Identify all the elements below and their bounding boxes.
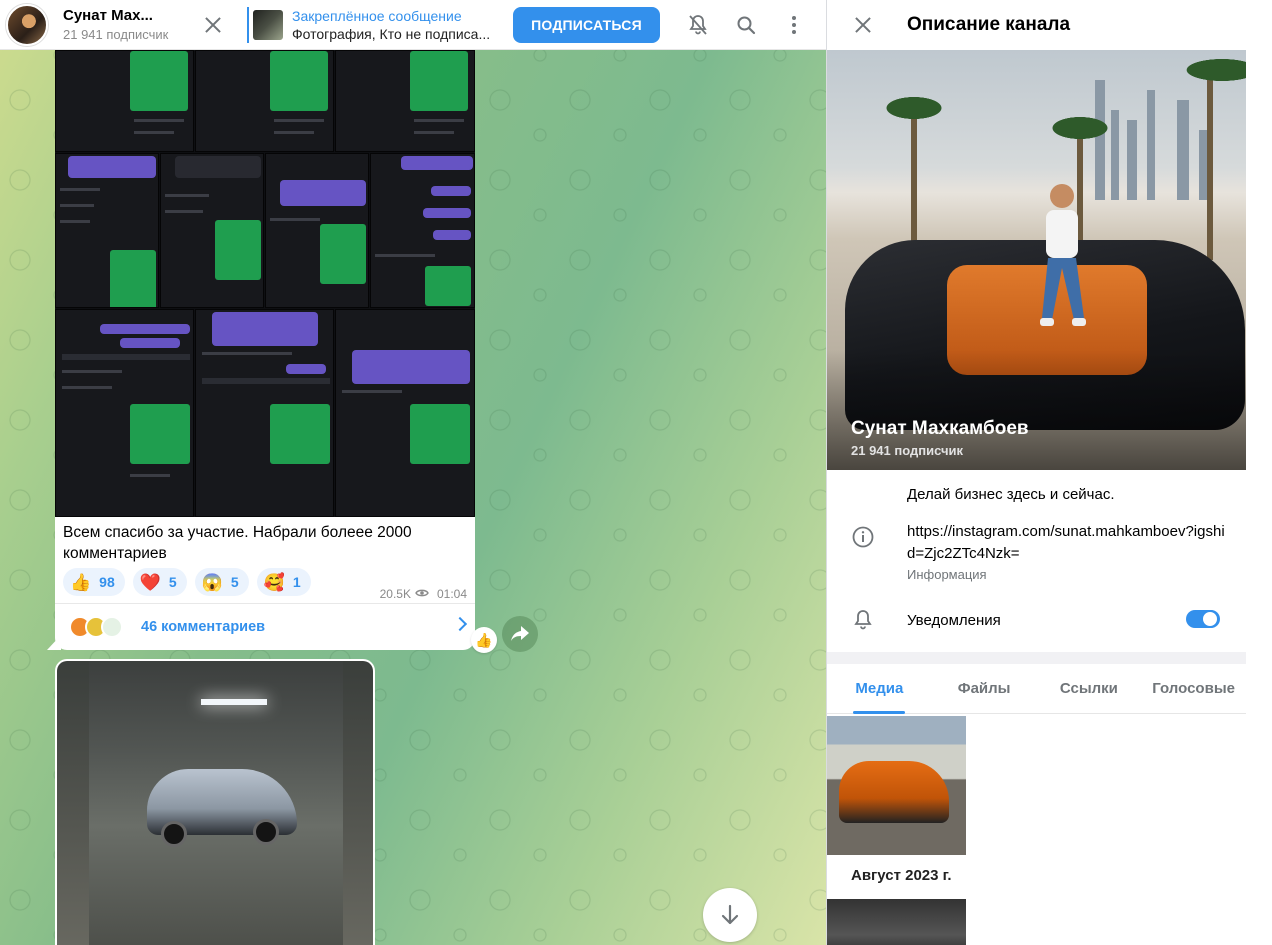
channel-subscribers: 21 941 подписчик <box>63 27 169 42</box>
tab-media[interactable]: Медиа <box>827 664 932 714</box>
palm-leaves <box>1045 114 1115 142</box>
section-divider <box>827 652 1246 664</box>
share-button[interactable] <box>502 616 538 652</box>
link-label: Информация <box>907 567 987 582</box>
chevron-right-icon <box>452 616 468 632</box>
skyline-tower <box>1127 120 1137 200</box>
photo-blur-edge <box>343 661 373 945</box>
panel-title: Описание канала <box>907 14 1071 35</box>
notifications-toggle[interactable] <box>1186 610 1220 628</box>
channel-subscriber-count: 21 941 подписчик <box>851 443 964 458</box>
channel-name: Сунат Мах... <box>63 7 153 24</box>
orange-car <box>839 761 949 823</box>
channel-description: Делай бизнес здесь и сейчас. <box>907 486 1115 503</box>
media-thumbnail[interactable] <box>827 899 966 945</box>
photo-message[interactable] <box>55 659 375 945</box>
collage-tile[interactable] <box>335 50 475 152</box>
arrow-down-icon <box>721 904 739 925</box>
reaction-count: 5 <box>230 574 239 590</box>
close-panel-icon[interactable] <box>851 13 875 37</box>
floating-reaction[interactable]: 👍 <box>471 627 497 653</box>
smiling-hearts-icon: 🥰 <box>263 572 285 592</box>
collage-tile[interactable] <box>160 153 264 308</box>
channel-link-row[interactable]: https://instagram.com/sunat.mahkamboev?i… <box>827 521 1246 582</box>
channel-link[interactable]: https://instagram.com/sunat.mahkamboev?i… <box>907 521 1226 565</box>
channel-avatar[interactable] <box>6 3 48 46</box>
channel-info[interactable]: Сунат Мах... 21 941 подписчик <box>63 7 183 42</box>
pinned-text: Фотография, Кто не подписа... <box>292 25 491 42</box>
collage-tile[interactable] <box>55 153 159 308</box>
collage-tile[interactable] <box>195 50 334 152</box>
collage-tile[interactable] <box>370 153 475 308</box>
reaction-heart[interactable]: ❤️ 5 <box>132 568 187 596</box>
reaction-thumbs-up[interactable]: 👍 98 <box>63 568 125 596</box>
eye-icon <box>415 587 429 601</box>
palm-trunk <box>911 110 917 260</box>
post-time: 01:04 <box>436 587 467 601</box>
channel-post: Всем спасибо за участие. Набрали болеее … <box>55 50 475 650</box>
tab-links[interactable]: Ссылки <box>1037 664 1142 714</box>
car-wheel <box>253 819 279 845</box>
photo-blur-edge <box>57 661 89 945</box>
collage-tile[interactable] <box>265 153 369 308</box>
tab-voice[interactable]: Голосовые <box>1141 664 1246 714</box>
skyline-tower <box>1147 90 1155 200</box>
search-icon[interactable] <box>734 13 758 37</box>
palm-trunk <box>1207 70 1213 260</box>
mute-bell-icon[interactable] <box>686 13 710 37</box>
reactions-bar: 👍 98 ❤️ 5 😱 5 🥰 1 <box>63 568 311 596</box>
chat-area: Сунат Мах... 21 941 подписчик Закреплённ… <box>0 0 826 945</box>
pinned-thumbnail <box>253 9 283 40</box>
media-month-label: Август 2023 г. <box>851 867 952 884</box>
panel-header: Описание канала <box>827 0 1246 50</box>
person <box>1032 180 1092 350</box>
pinned-message[interactable]: Закреплённое сообщение Фотография, Кто н… <box>247 6 495 43</box>
media-thumbnail[interactable] <box>827 716 966 855</box>
comments-count: 46 комментариев <box>141 619 266 635</box>
media-tabs: Медиа Файлы Ссылки Голосовые <box>827 664 1246 714</box>
avatar <box>101 616 123 638</box>
post-caption: Всем спасибо за участие. Набрали болеее … <box>63 524 412 562</box>
tab-files[interactable]: Файлы <box>932 664 1037 714</box>
close-chat-icon[interactable] <box>201 13 225 37</box>
reaction-love-face[interactable]: 🥰 1 <box>256 568 311 596</box>
channel-cover-photo[interactable]: Сунат Махкамбоев 21 941 подписчик <box>827 50 1246 470</box>
view-count: 20.5K <box>379 587 411 601</box>
chat-header: Сунат Мах... 21 941 подписчик Закреплённ… <box>0 0 826 50</box>
commenter-avatars <box>69 616 123 638</box>
subscribe-button[interactable]: ПОДПИСАТЬСЯ <box>513 6 660 43</box>
car-wheel <box>161 821 187 847</box>
reaction-scream[interactable]: 😱 5 <box>194 568 249 596</box>
bell-icon <box>851 608 875 637</box>
skyline-tower <box>1177 100 1189 200</box>
car-photo <box>89 661 343 945</box>
scroll-down-button[interactable] <box>703 888 757 942</box>
ceiling-lamp <box>201 699 267 705</box>
channel-info-panel: Описание канала Сунат Махкамбоев 21 941 … <box>826 0 1246 945</box>
collage-tile[interactable] <box>195 309 334 517</box>
thumbs-up-icon: 👍 <box>70 572 92 592</box>
notifications-row[interactable]: Уведомления <box>827 600 1246 640</box>
scream-face-icon: 😱 <box>201 572 223 592</box>
share-arrow-icon <box>511 626 529 641</box>
collage-tile[interactable] <box>335 309 475 517</box>
palm-leaves <box>879 94 949 122</box>
notifications-label: Уведомления <box>907 611 1001 629</box>
heart-icon: ❤️ <box>139 572 161 592</box>
screenshot-collage[interactable] <box>55 50 475 517</box>
palm-leaves <box>1177 56 1246 84</box>
channel-full-name: Сунат Махкамбоев <box>851 418 1029 439</box>
post-meta: 20.5K 01:04 <box>380 587 467 601</box>
info-icon <box>851 525 875 554</box>
pinned-title: Закреплённое сообщение <box>292 7 462 24</box>
comments-link[interactable]: 46 комментариев <box>55 603 475 650</box>
reaction-count: 1 <box>292 574 301 590</box>
collage-tile[interactable] <box>55 50 194 152</box>
more-menu-icon[interactable] <box>782 13 806 37</box>
reaction-count: 5 <box>168 574 177 590</box>
reaction-count: 98 <box>99 574 115 590</box>
collage-tile[interactable] <box>55 309 194 517</box>
